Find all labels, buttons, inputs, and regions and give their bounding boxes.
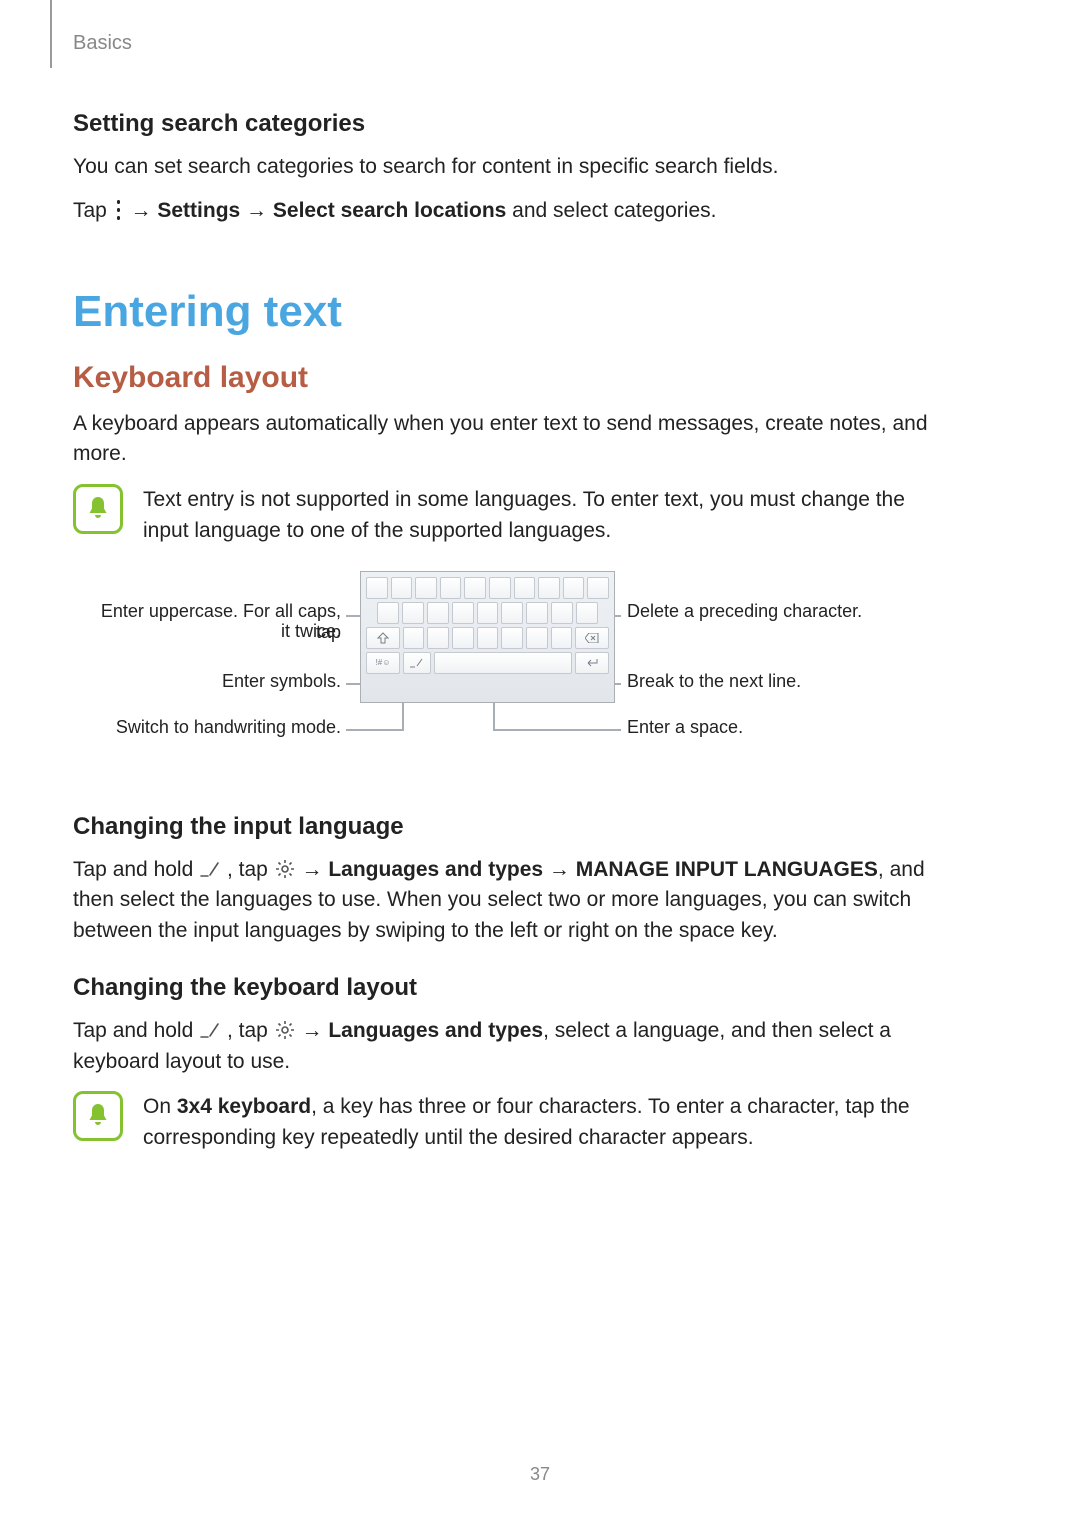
text: → — [543, 858, 576, 881]
para-keyboard-auto: A keyboard appears automatically when yo… — [73, 409, 953, 470]
text: and select categories. — [506, 199, 716, 222]
text: , tap — [227, 1019, 274, 1042]
para-change-kb-layout: Tap and hold , tap → Languages and types… — [73, 1016, 953, 1077]
callout-symbols: Enter symbols. — [71, 671, 341, 692]
shift-key-icon — [366, 627, 400, 649]
para-search-desc: You can set search categories to search … — [73, 152, 953, 182]
gear-icon — [274, 858, 296, 880]
page-number: 37 — [0, 1464, 1080, 1485]
text: Tap and hold — [73, 1019, 199, 1042]
languages-types-label: Languages and types — [328, 858, 543, 881]
handwriting-key-icon — [403, 652, 431, 674]
text: , tap — [227, 858, 274, 881]
note-box-1: Text entry is not supported in some lang… — [73, 484, 953, 547]
heading-setting-search: Setting search categories — [73, 110, 953, 138]
callout-space: Enter a space. — [627, 717, 927, 738]
keyboard-illustration: !#☺ — [360, 571, 615, 703]
callout-delete: Delete a preceding character. — [627, 601, 927, 622]
handwriting-mode-icon — [199, 1019, 221, 1041]
note-text-2: On 3x4 keyboard, a key has three or four… — [143, 1091, 953, 1154]
keyboard-diagram: Enter uppercase. For all caps, tap it tw… — [73, 565, 953, 785]
delete-key-icon — [575, 627, 609, 649]
page-content: Setting search categories You can set se… — [73, 110, 953, 1172]
note-bell-icon — [73, 484, 123, 534]
text: → — [125, 199, 158, 222]
manage-input-languages-label: MANAGE INPUT LANGUAGES — [576, 858, 878, 881]
symbols-key-icon: !#☺ — [366, 652, 400, 674]
callout-newline: Break to the next line. — [627, 671, 927, 692]
heading-entering-text: Entering text — [73, 287, 953, 337]
heading-change-lang: Changing the input language — [73, 813, 953, 841]
settings-label: Settings — [157, 199, 240, 222]
breadcrumb: Basics — [73, 32, 132, 55]
select-locations-label: Select search locations — [273, 199, 506, 222]
callout-handwriting: Switch to handwriting mode. — [71, 717, 341, 738]
text: Tap and hold — [73, 858, 199, 881]
page-accent-bar — [50, 0, 52, 68]
heading-keyboard-layout: Keyboard layout — [73, 361, 953, 395]
para-change-lang: Tap and hold , tap → Languages and types… — [73, 855, 953, 946]
languages-types-label: Languages and types — [328, 1019, 543, 1042]
more-options-icon — [115, 200, 123, 220]
text: → — [302, 1019, 329, 1042]
para-search-steps: Tap → Settings → Select search locations… — [73, 196, 953, 226]
note-bell-icon — [73, 1091, 123, 1141]
space-key — [434, 652, 572, 674]
text: → — [302, 858, 329, 881]
text: Tap — [73, 199, 113, 222]
text: → — [240, 199, 273, 222]
enter-key-icon — [575, 652, 609, 674]
callout-caps-2: it twice. — [71, 621, 341, 642]
3x4-keyboard-label: 3x4 keyboard — [177, 1095, 311, 1118]
note-box-2: On 3x4 keyboard, a key has three or four… — [73, 1091, 953, 1154]
handwriting-mode-icon — [199, 858, 221, 880]
text: On — [143, 1095, 177, 1118]
note-text-1: Text entry is not supported in some lang… — [143, 484, 953, 547]
heading-change-kb-layout: Changing the keyboard layout — [73, 974, 953, 1002]
gear-icon — [274, 1019, 296, 1041]
